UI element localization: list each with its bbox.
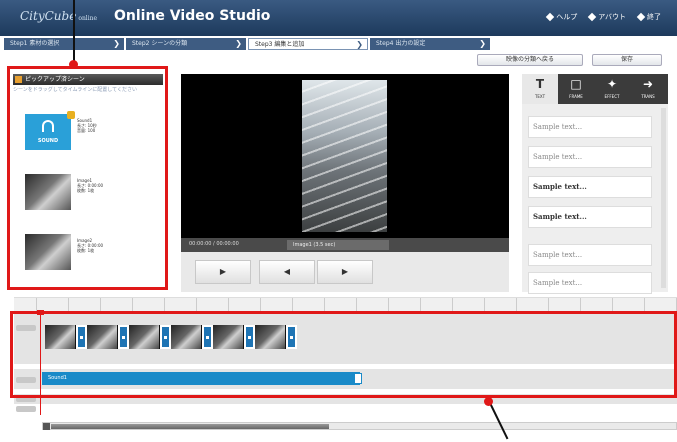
tab-frame[interactable]: □ FRAME [558,74,594,104]
tool-tabs: T TEXT □ FRAME ✦ EFFECT ➜ TRANS [522,74,668,104]
top-bar: CityCube online Online Video Studio ヘルプ ア… [0,0,677,36]
text-sample[interactable]: Sample text... [528,116,652,138]
samples-scrollbar[interactable] [661,108,666,288]
exit-label: 終了 [647,13,661,21]
callout-pointer [73,0,75,64]
tab-step3-label: Step3 編集と追加 [255,41,305,48]
help-link[interactable]: ヘルプ [546,12,578,22]
transition-icon: ➜ [642,77,654,91]
tab-trans[interactable]: ➜ TRANS [630,74,666,104]
tab-trans-label: TRANS [641,94,655,99]
arrow-icon: ❯ [479,39,486,48]
back-to-classify-button[interactable]: 映像の分類へ戻る [477,54,583,66]
ruler-ticks [36,298,677,312]
diamond-icon [588,12,597,22]
text-sample[interactable]: Sample text... [528,146,652,168]
text-sample[interactable]: Sample text... [528,244,652,266]
callout-pointer [489,402,509,440]
text-sample[interactable]: Sample text... [528,206,652,228]
app-title: Online Video Studio [114,8,271,24]
text-icon: T [535,77,545,91]
tab-effect[interactable]: ✦ EFFECT [594,74,630,104]
preview-info-bar: 00:00:00 / 00:00:00 Image1 (3.5 sec) [181,238,509,252]
save-button[interactable]: 保存 [592,54,662,66]
tab-text-label: TEXT [534,94,546,99]
video-preview[interactable] [181,74,509,238]
tab-step2-label: Step2 シーンの分類 [132,40,188,47]
tab-step1[interactable]: Step1 素材の選択 ❯ [4,38,124,50]
logo-sub: online [78,15,98,22]
tab-step3[interactable]: Step3 編集と追加 ❯ [248,38,368,50]
logo-text: CityCube [20,9,77,23]
play-button[interactable]: ▶ [195,260,251,284]
help-label: ヘルプ [556,13,578,21]
about-link[interactable]: アバウト [588,12,626,22]
preview-image [302,80,387,232]
current-clip-name: Image1 (3.5 sec) [287,240,389,250]
extra-track-label [16,406,36,412]
tab-text[interactable]: T TEXT [522,74,558,104]
scroll-thumb[interactable] [51,424,329,429]
tab-step1-label: Step1 素材の選択 [10,40,60,47]
tab-step4-label: Step4 出力の設定 [376,40,426,47]
text-samples-list: Sample text... Sample text... Sample tex… [522,104,668,294]
timeline-scrollbar[interactable] [42,422,677,430]
callout-box-pickup [7,66,168,290]
diamond-icon [636,12,646,22]
tab-step4[interactable]: Step4 出力の設定 ❯ [370,38,490,50]
playback-controls: ▶ ◀ ▶ [181,252,509,292]
next-button[interactable]: ▶ [317,260,373,284]
timecode: 00:00:00 / 00:00:00 [189,241,239,247]
top-links: ヘルプ アバウト 終了 [546,12,661,22]
logo: CityCube online [20,9,97,23]
arrow-icon: ❯ [113,39,120,48]
callout-box-timeline [10,311,677,398]
timeline-ruler[interactable] [14,297,677,312]
arrow-icon: ❯ [356,40,363,49]
step-tabs: Step1 素材の選択 ❯ Step2 シーンの分類 ❯ Step3 編集と追加 ❯ … [4,38,490,50]
frame-icon: □ [570,77,582,91]
effect-icon: ✦ [606,77,618,91]
exit-link[interactable]: 終了 [636,12,661,22]
prev-button[interactable]: ◀ [259,260,315,284]
text-sample[interactable]: Sample text... [528,272,652,294]
diamond-icon [546,12,555,22]
text-sample[interactable]: Sample text... [528,176,652,198]
tab-step2[interactable]: Step2 シーンの分類 ❯ [126,38,246,50]
tab-frame-label: FRAME [569,94,583,99]
tab-effect-label: EFFECT [604,94,620,99]
about-label: アバウト [598,13,626,21]
arrow-icon: ❯ [235,39,242,48]
callout-pin [484,397,493,406]
scroll-left-icon[interactable] [43,423,50,430]
